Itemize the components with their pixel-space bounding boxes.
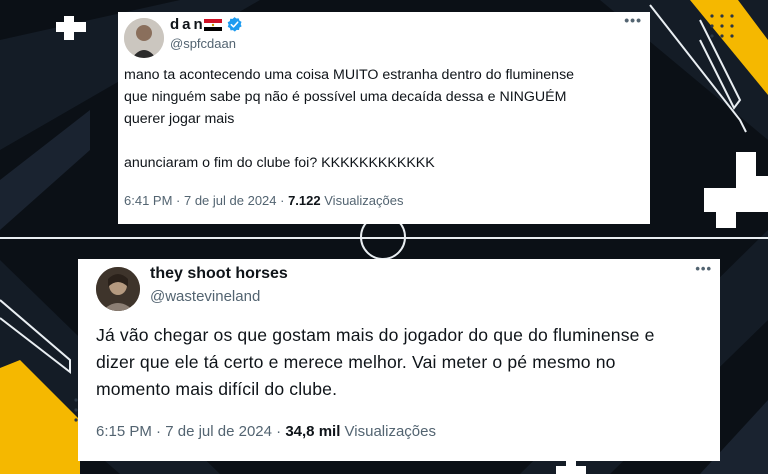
tweet-time[interactable]: 6:41 PM — [124, 193, 172, 208]
views-label: Visualizações — [344, 423, 436, 440]
tweet-meta: 6:15 PM · 7 de jul de 2024 · 34,8 mil Vi… — [96, 423, 436, 440]
tweet-card-2[interactable]: they shoot horses @wastevineland ••• Já … — [78, 259, 720, 461]
display-name[interactable]: they shoot horses — [150, 265, 288, 283]
display-name[interactable]: dan — [170, 16, 206, 33]
more-options-icon[interactable]: ••• — [695, 261, 712, 276]
avatar-image — [124, 18, 164, 58]
views-count: 34,8 mil — [285, 423, 341, 440]
tweet-date[interactable]: 7 de jul de 2024 — [184, 193, 277, 208]
avatar[interactable] — [96, 267, 140, 311]
avatar[interactable] — [124, 18, 164, 58]
username-handle[interactable]: @spfcdaan — [170, 36, 236, 51]
verified-badge-icon — [227, 17, 242, 32]
tweet-text: mano ta acontecendo uma coisa MUITO estr… — [124, 64, 644, 174]
views-count: 7.122 — [288, 193, 321, 208]
tweet-text-line: dizer que ele tá certo e merece melhor. … — [96, 352, 616, 372]
views-label: Visualizações — [324, 193, 404, 208]
tweet-text-line: que ninguém sabe pq não é possível uma d… — [124, 89, 567, 105]
tweet-text-line: anunciaram o fim do clube foi? KKKKKKKKK… — [124, 155, 435, 171]
tweet-date[interactable]: 7 de jul de 2024 — [165, 423, 272, 440]
tweet-text-line: querer jogar mais — [124, 111, 235, 127]
username-handle[interactable]: @wastevineland — [150, 288, 260, 305]
tweet-text-line: Já vão chegar os que gostam mais do joga… — [96, 325, 655, 345]
tweet-meta: 6:41 PM · 7 de jul de 2024 · 7.122 Visua… — [124, 193, 404, 208]
avatar-image — [96, 267, 140, 311]
egypt-flag-icon — [204, 19, 222, 31]
tweet-text: Já vão chegar os que gostam mais do joga… — [96, 322, 711, 403]
tweet-time[interactable]: 6:15 PM — [96, 423, 152, 440]
tweet-card-1[interactable]: dan @spfcdaan ••• mano ta acontecendo um… — [118, 12, 650, 224]
more-options-icon[interactable]: ••• — [624, 12, 642, 28]
tweet-text-line: momento mais difícil do clube. — [96, 379, 338, 399]
tweet-text-line: mano ta acontecendo uma coisa MUITO estr… — [124, 67, 575, 83]
